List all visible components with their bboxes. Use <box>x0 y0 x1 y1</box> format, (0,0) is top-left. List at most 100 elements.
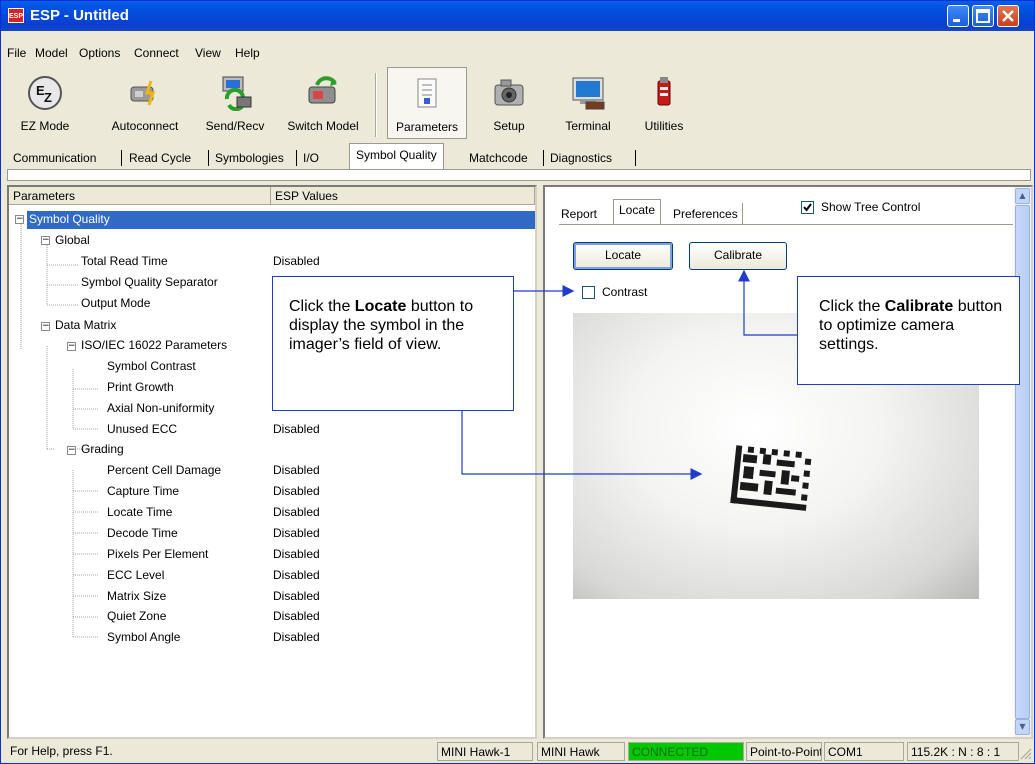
tab-divider <box>208 150 209 166</box>
tree-item-symbol-quality-separator[interactable]: Symbol Quality Separator <box>81 275 218 289</box>
collapse-iso-iec-icon[interactable]: − <box>67 342 76 351</box>
close-icon[interactable] <box>997 5 1019 27</box>
tree-value-percent-cell-damage[interactable]: Disabled <box>273 463 320 477</box>
show-tree-control-checkbox[interactable] <box>801 201 814 214</box>
resize-grip-icon[interactable] <box>1020 748 1032 760</box>
maximize-icon[interactable] <box>972 5 994 27</box>
locate-callout-bold: Locate <box>354 298 407 315</box>
tab-matchcode[interactable]: Matchcode <box>469 146 528 170</box>
vertical-scrollbar[interactable]: ▲ ▼ <box>1014 187 1031 737</box>
tab-diagnostics[interactable]: Diagnostics <box>550 146 612 170</box>
contrast-checkbox[interactable] <box>582 286 595 299</box>
scroll-up-icon[interactable]: ▲ <box>1015 188 1030 204</box>
status-connection-badge: CONNECTED <box>628 742 744 761</box>
tree-item-axial-non-uniformity[interactable]: Axial Non-uniformity <box>107 401 214 415</box>
tab-divider <box>121 150 122 166</box>
send-recv-button[interactable]: Send/Recv <box>197 67 273 139</box>
setup-button[interactable]: Setup <box>483 67 535 139</box>
tab-divider <box>543 150 544 166</box>
tree-item-iso-iec-parameters[interactable]: ISO/IEC 16022 Parameters <box>81 338 227 352</box>
tree-value-unused-ecc[interactable]: Disabled <box>273 422 320 436</box>
tab-symbol-quality[interactable]: Symbol Quality <box>349 143 444 170</box>
tree-value-capture-time[interactable]: Disabled <box>273 484 320 498</box>
collapse-symbol-quality-icon[interactable]: − <box>15 215 24 224</box>
tree-item-data-matrix[interactable]: Data Matrix <box>55 318 116 332</box>
menu-file[interactable]: File <box>7 46 26 60</box>
tree-item-decode-time[interactable]: Decode Time <box>107 526 178 540</box>
tree-value-pixels-per-element[interactable]: Disabled <box>273 547 320 561</box>
tree-item-capture-time[interactable]: Capture Time <box>107 484 179 498</box>
tree-item-quiet-zone[interactable]: Quiet Zone <box>107 609 166 623</box>
esp-app-icon[interactable]: ESP <box>8 8 24 23</box>
tab-communication[interactable]: Communication <box>13 146 96 170</box>
menu-view[interactable]: View <box>195 46 221 60</box>
tree-item-matrix-size[interactable]: Matrix Size <box>107 589 166 603</box>
autoconnect-button[interactable]: Autoconnect <box>101 67 189 139</box>
tab-read-cycle[interactable]: Read Cycle <box>129 146 191 170</box>
terminal-button[interactable]: Terminal <box>555 67 621 139</box>
calibrate-button[interactable]: Calibrate <box>689 242 787 270</box>
terminal-icon <box>572 77 605 110</box>
tree-item-grading[interactable]: Grading <box>81 442 124 456</box>
locate-button[interactable]: Locate <box>573 242 673 270</box>
setup-label: Setup <box>493 119 525 133</box>
calibrate-callout-pre: Click the <box>819 298 885 315</box>
show-tree-control-label[interactable]: Show Tree Control <box>821 200 920 214</box>
switch-model-icon <box>308 76 337 104</box>
scroll-down-icon[interactable]: ▼ <box>1015 719 1030 735</box>
parameter-tree-pane[interactable]: Parameters ESP Values − − − − − Symbol Q… <box>7 185 537 739</box>
tab-io[interactable]: I/O <box>303 146 319 170</box>
tab-preferences[interactable]: Preferences <box>673 203 743 225</box>
tree-item-locate-time[interactable]: Locate Time <box>107 505 172 519</box>
tree-item-ecc-level[interactable]: ECC Level <box>107 568 164 582</box>
tab-locate[interactable]: Locate <box>613 199 662 225</box>
tab-report[interactable]: Report <box>561 203 597 225</box>
menu-options[interactable]: Options <box>79 46 120 60</box>
autoconnect-label: Autoconnect <box>111 119 179 133</box>
parameter-tab-strip: Communication Read Cycle Symbologies I/O… <box>9 143 1029 170</box>
collapse-global-icon[interactable]: − <box>41 236 50 245</box>
contrast-label[interactable]: Contrast <box>602 285 647 299</box>
menu-connect[interactable]: Connect <box>134 46 179 60</box>
tree-item-symbol-angle[interactable]: Symbol Angle <box>107 630 180 644</box>
menu-help[interactable]: Help <box>235 46 260 60</box>
tree-item-pixels-per-element[interactable]: Pixels Per Element <box>107 547 208 561</box>
parameters-button[interactable]: Parameters <box>387 67 467 139</box>
tree-item-print-growth[interactable]: Print Growth <box>107 380 174 394</box>
tab-symbologies[interactable]: Symbologies <box>215 146 284 170</box>
utilities-label: Utilities <box>644 119 684 133</box>
tree-value-matrix-size[interactable]: Disabled <box>273 589 320 603</box>
tree-item-symbol-contrast[interactable]: Symbol Contrast <box>107 359 196 373</box>
tree-value-symbol-angle[interactable]: Disabled <box>273 630 320 644</box>
toolbar-separator <box>375 73 377 137</box>
tree-item-global[interactable]: Global <box>55 233 90 247</box>
menu-model[interactable]: Model <box>35 46 68 60</box>
tree-item-total-read-time[interactable]: Total Read Time <box>81 254 168 268</box>
svg-text:Z: Z <box>44 90 52 105</box>
collapse-grading-icon[interactable]: − <box>67 446 76 455</box>
tree-value-ecc-level[interactable]: Disabled <box>273 568 320 582</box>
ez-mode-button[interactable]: E Z EZ Mode <box>7 67 83 139</box>
switch-model-button[interactable]: Switch Model <box>279 67 367 139</box>
status-port-settings: 115.2K : N : 8 : 1 <box>907 742 1019 761</box>
tree-item-symbol-quality[interactable]: Symbol Quality <box>29 212 110 226</box>
title-bar[interactable]: ESP ESP - Untitled <box>1 1 1034 31</box>
window-title: ESP - Untitled <box>30 7 129 24</box>
tree-value-locate-time[interactable]: Disabled <box>273 505 320 519</box>
utilities-button[interactable]: Utilities <box>637 67 691 139</box>
tree-item-output-mode[interactable]: Output Mode <box>81 296 150 310</box>
tree-value-quiet-zone[interactable]: Disabled <box>273 609 320 623</box>
parameters-icon <box>417 78 437 108</box>
locate-callout-pre: Click the <box>289 298 355 315</box>
parameters-column-header[interactable]: Parameters <box>9 187 271 205</box>
esp-values-column-header[interactable]: ESP Values <box>271 187 535 205</box>
collapse-data-matrix-icon[interactable]: − <box>41 322 50 331</box>
checkmark-icon <box>803 203 812 212</box>
minimize-icon[interactable] <box>947 5 969 27</box>
tree-item-unused-ecc[interactable]: Unused ECC <box>107 422 177 436</box>
tree-item-percent-cell-damage[interactable]: Percent Cell Damage <box>107 463 221 477</box>
calibrate-callout-bold: Calibrate <box>884 298 954 315</box>
tree-value-total-read-time[interactable]: Disabled <box>273 254 320 268</box>
calibrate-callout: Click the Calibrate button to optimize c… <box>797 276 1020 385</box>
tree-value-decode-time[interactable]: Disabled <box>273 526 320 540</box>
